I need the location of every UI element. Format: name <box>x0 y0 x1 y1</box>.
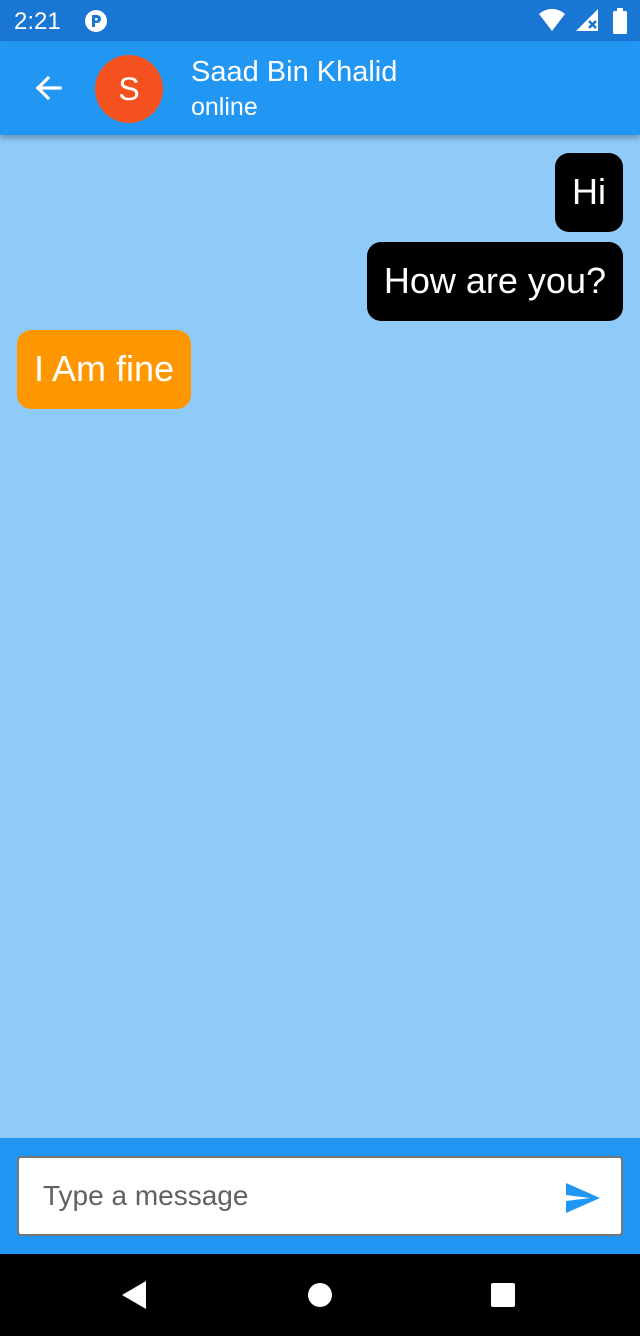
avatar[interactable]: S <box>95 55 163 123</box>
send-button[interactable] <box>563 1178 603 1218</box>
status-time: 2:21 <box>14 8 61 35</box>
app-notification-icon <box>84 9 108 33</box>
message-input-box <box>17 1156 623 1236</box>
message-bubble-outgoing[interactable]: Hi <box>555 153 623 232</box>
message-composer <box>0 1138 640 1254</box>
wifi-icon <box>539 8 565 31</box>
message-bubble-outgoing[interactable]: How are you? <box>366 242 623 321</box>
contact-status: online <box>191 93 258 121</box>
app-bar: S Saad Bin Khalid online <box>0 41 640 135</box>
recents-square-icon <box>491 1283 515 1307</box>
chat-area: Hi How are you? I Am fine <box>0 135 640 1138</box>
contact-name[interactable]: Saad Bin Khalid <box>191 55 397 89</box>
nav-back-button[interactable] <box>114 1275 154 1315</box>
send-icon <box>566 1183 600 1213</box>
system-nav-bar <box>0 1254 640 1336</box>
avatar-initial: S <box>118 70 140 107</box>
nav-recents-button[interactable] <box>483 1275 523 1315</box>
battery-icon <box>613 8 627 34</box>
signal-icon <box>576 9 598 31</box>
back-triangle-icon <box>122 1281 146 1309</box>
status-bar: 2:21 <box>0 0 640 41</box>
message-bubble-incoming[interactable]: I Am fine <box>17 330 192 409</box>
nav-home-button[interactable] <box>300 1275 340 1315</box>
message-input[interactable] <box>43 1176 543 1216</box>
back-arrow-icon <box>35 75 62 101</box>
home-circle-icon <box>308 1283 332 1307</box>
back-button[interactable] <box>24 64 72 112</box>
